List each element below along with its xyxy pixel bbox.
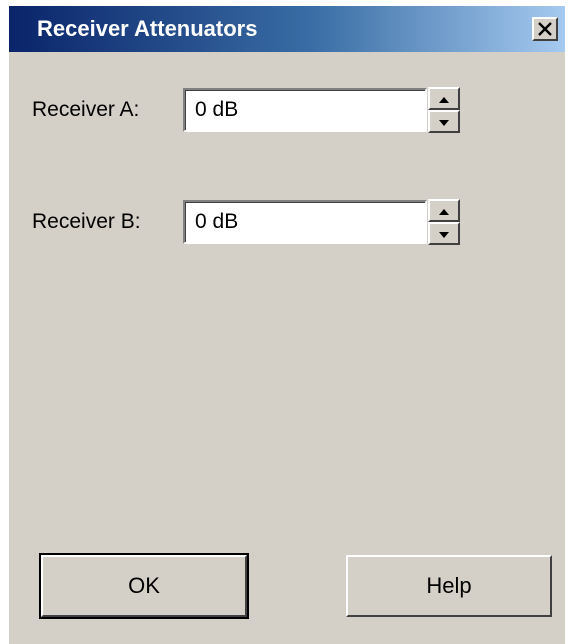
spin-up-icon bbox=[439, 202, 449, 220]
close-button[interactable] bbox=[532, 17, 558, 41]
receiver-b-spin-up-button[interactable] bbox=[428, 199, 460, 222]
ok-button[interactable]: OK bbox=[39, 553, 249, 619]
receiver-a-label: Receiver A: bbox=[32, 98, 140, 121]
receiver-b-spin-down-button[interactable] bbox=[428, 222, 460, 245]
spin-up-icon bbox=[439, 90, 449, 108]
spin-down-icon bbox=[439, 225, 449, 243]
receiver-b-spinner bbox=[428, 199, 460, 245]
dialog-window: Receiver Attenuators Receiver A: Receive… bbox=[9, 6, 565, 644]
receiver-b-input[interactable] bbox=[183, 200, 427, 244]
title-bar[interactable]: Receiver Attenuators bbox=[9, 6, 565, 52]
help-button[interactable]: Help bbox=[346, 555, 552, 617]
receiver-a-spin-up-button[interactable] bbox=[428, 87, 460, 110]
spin-down-icon bbox=[439, 113, 449, 131]
close-icon bbox=[537, 22, 553, 36]
dialog-title: Receiver Attenuators bbox=[37, 16, 258, 41]
receiver-a-input[interactable] bbox=[183, 88, 427, 132]
receiver-a-spin-down-button[interactable] bbox=[428, 110, 460, 133]
receiver-b-label: Receiver B: bbox=[32, 210, 141, 233]
receiver-a-spinner bbox=[428, 87, 460, 133]
